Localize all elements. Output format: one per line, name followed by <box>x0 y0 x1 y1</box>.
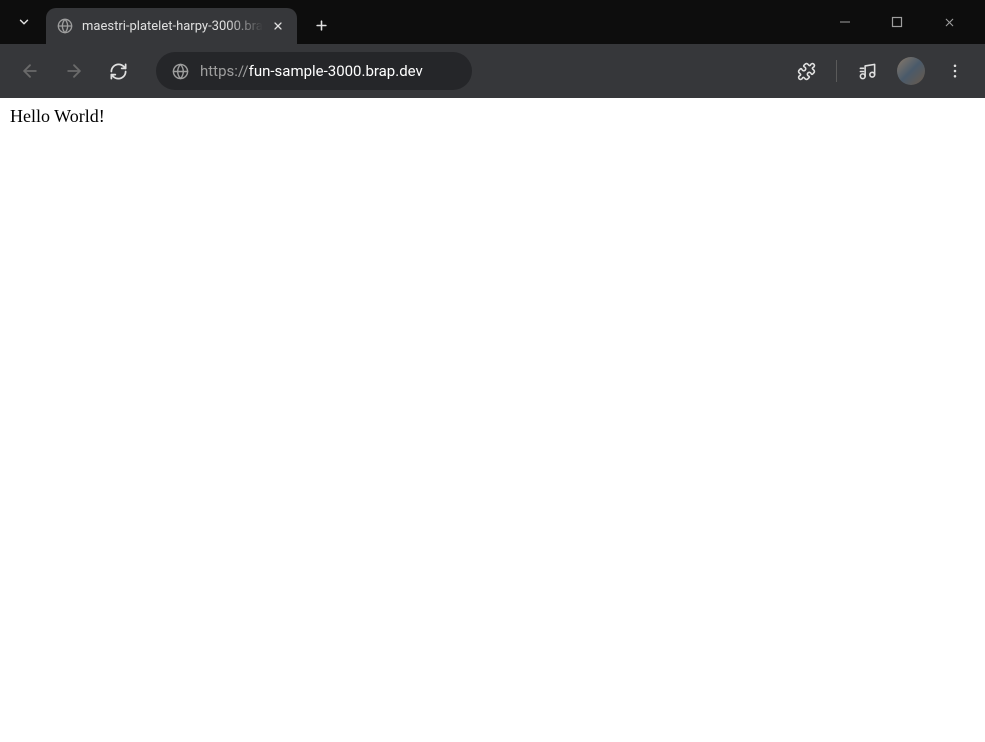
maximize-icon <box>891 16 903 28</box>
close-icon <box>943 16 956 29</box>
browser-tab[interactable]: maestri-platelet-harpy-3000.bra <box>46 8 297 44</box>
url-text: https://fun-sample-3000.brap.dev <box>200 62 423 80</box>
profile-avatar[interactable] <box>897 57 925 85</box>
window-controls <box>825 6 977 38</box>
back-button[interactable] <box>12 53 48 89</box>
titlebar: maestri-platelet-harpy-3000.bra <box>0 0 985 44</box>
url-protocol: https:// <box>200 62 249 80</box>
media-controls-button[interactable] <box>849 53 885 89</box>
address-bar[interactable]: https://fun-sample-3000.brap.dev <box>156 52 472 90</box>
maximize-button[interactable] <box>877 6 917 38</box>
page-content: Hello World! <box>0 98 985 742</box>
page-body-text: Hello World! <box>10 106 975 127</box>
tab-close-button[interactable] <box>269 17 287 35</box>
minimize-icon <box>839 16 851 28</box>
globe-icon <box>172 63 189 80</box>
puzzle-icon <box>797 62 816 81</box>
arrow-left-icon <box>20 61 40 81</box>
reload-icon <box>109 62 128 81</box>
browser-toolbar: https://fun-sample-3000.brap.dev <box>0 44 985 98</box>
forward-button[interactable] <box>56 53 92 89</box>
minimize-button[interactable] <box>825 6 865 38</box>
chevron-down-icon <box>17 15 31 29</box>
tab-title: maestri-platelet-harpy-3000.bra <box>82 19 263 34</box>
new-tab-button[interactable] <box>307 10 337 40</box>
dots-vertical-icon <box>946 62 964 80</box>
close-icon <box>272 20 284 32</box>
plus-icon <box>314 18 329 33</box>
close-window-button[interactable] <box>929 6 969 38</box>
toolbar-divider <box>836 60 837 82</box>
music-note-icon <box>858 62 877 81</box>
site-info-button[interactable] <box>170 61 190 81</box>
tab-search-button[interactable] <box>8 6 40 38</box>
extensions-button[interactable] <box>788 53 824 89</box>
globe-icon <box>56 17 74 35</box>
arrow-right-icon <box>64 61 84 81</box>
url-domain: fun-sample-3000.brap.dev <box>249 62 423 80</box>
menu-button[interactable] <box>937 53 973 89</box>
reload-button[interactable] <box>100 53 136 89</box>
